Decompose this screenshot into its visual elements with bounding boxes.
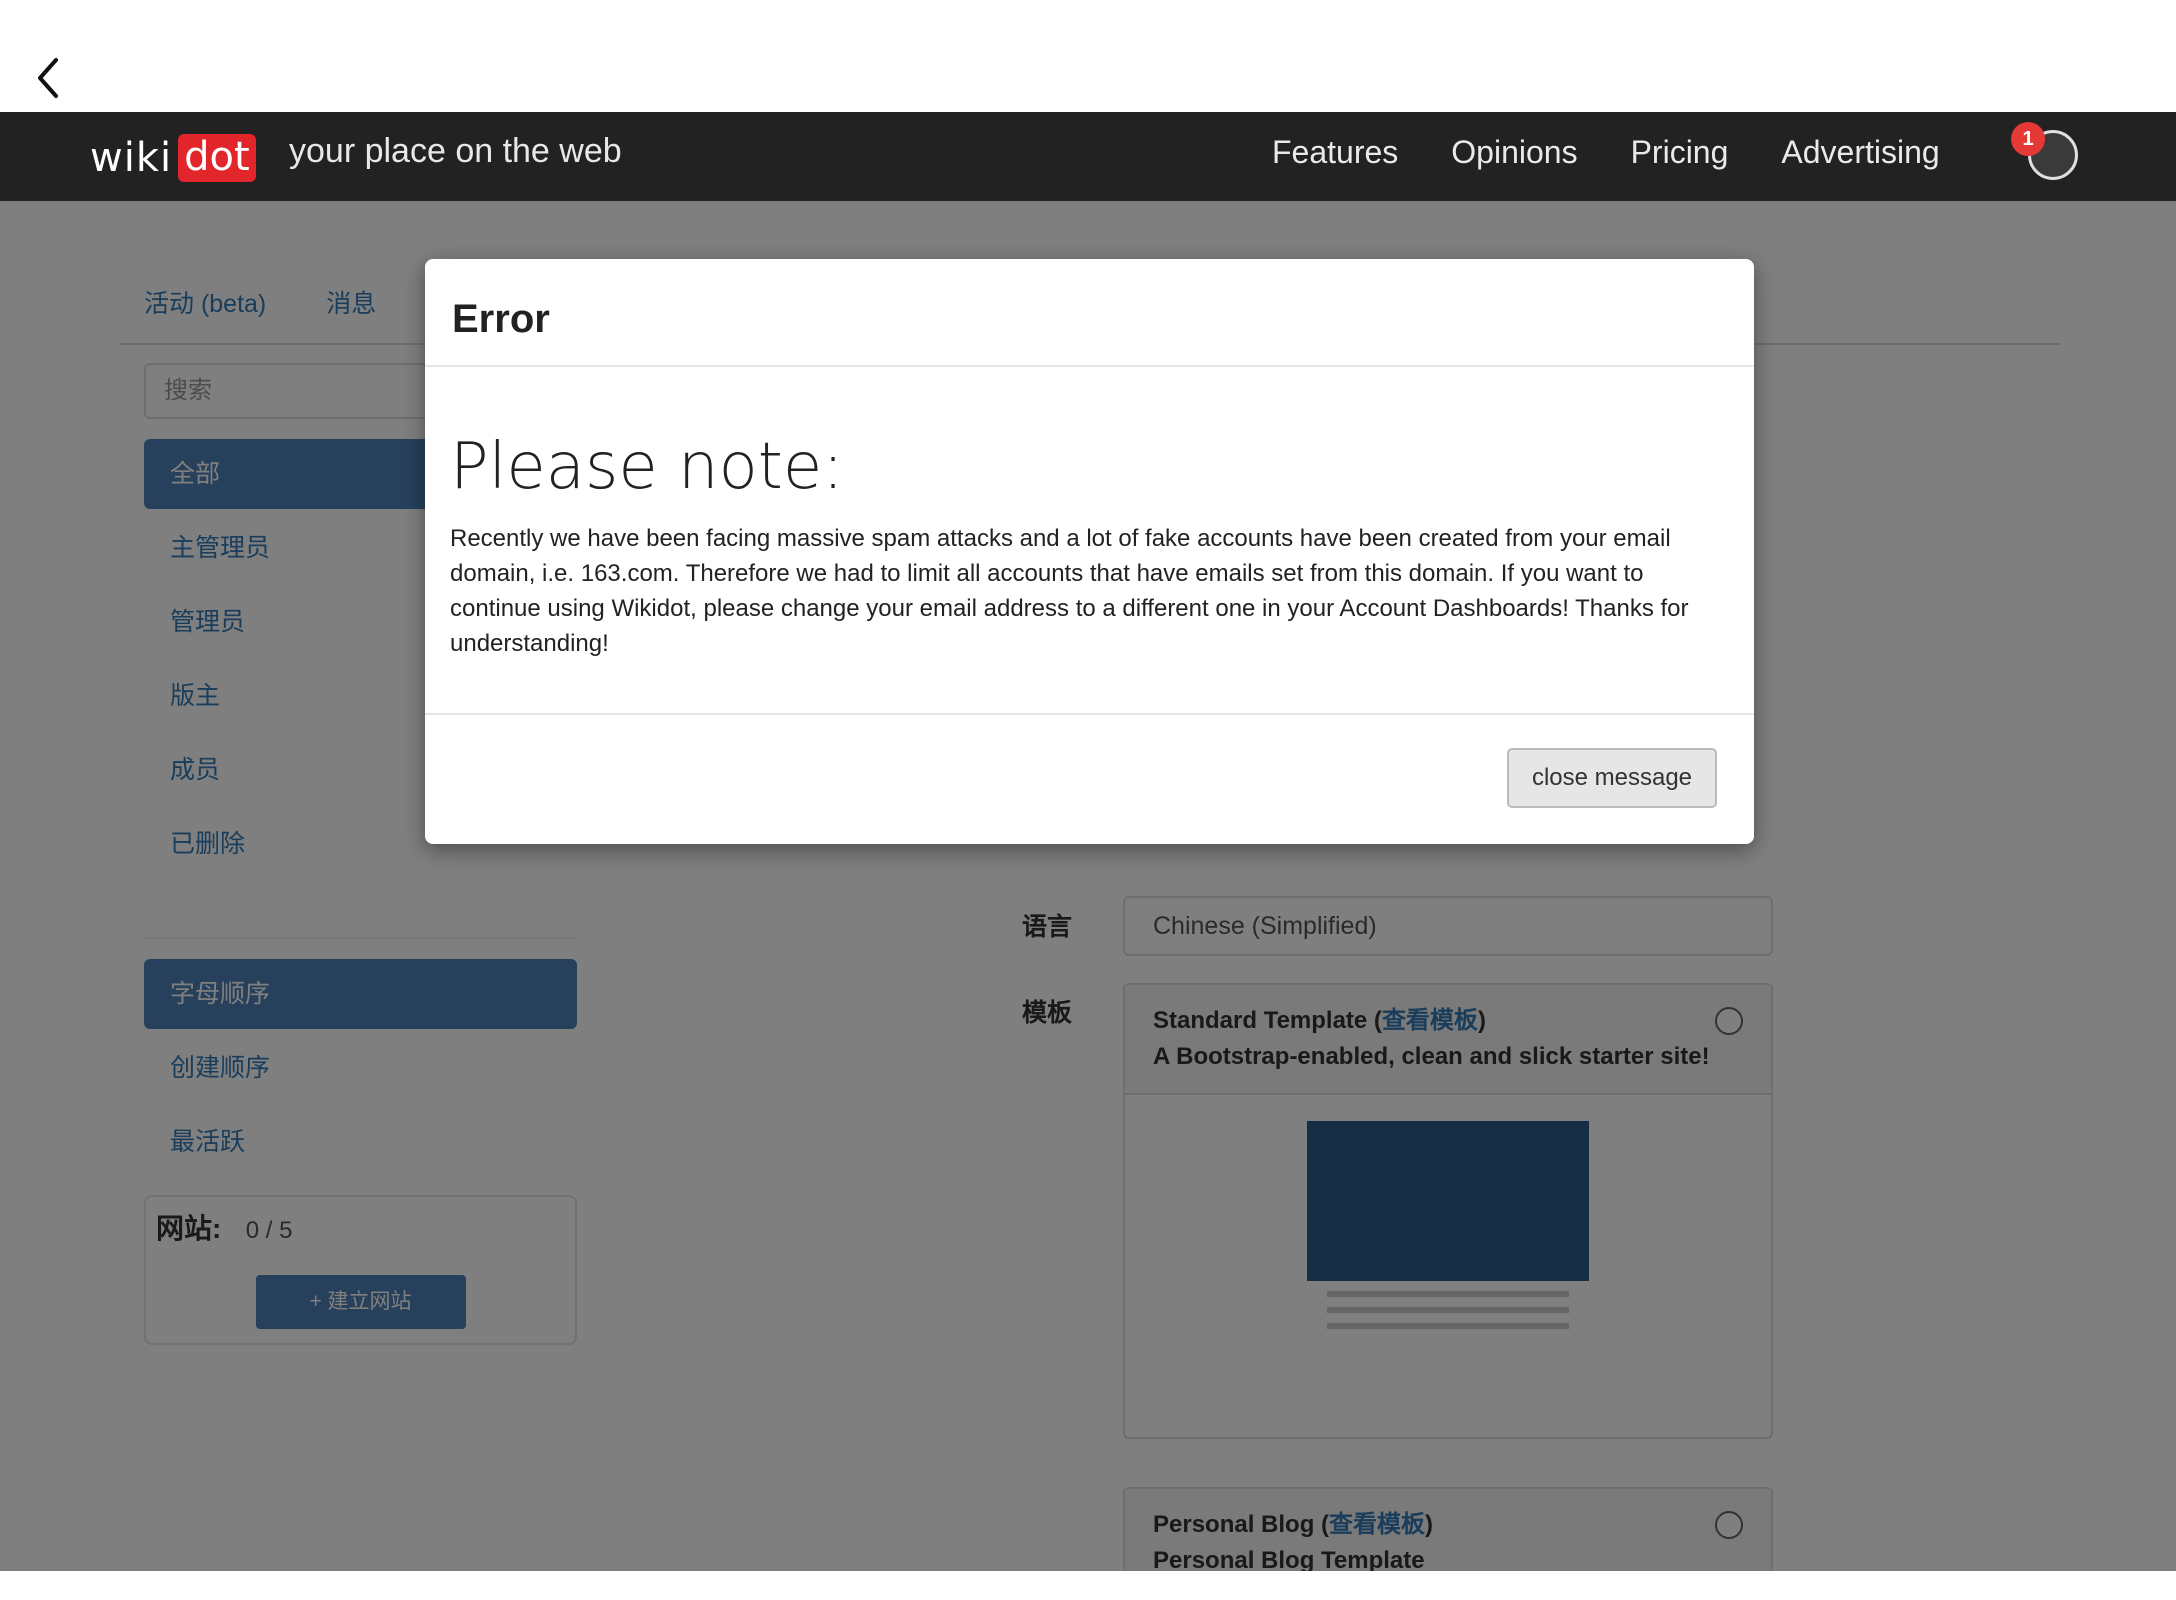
logo-wiki-text: wiki [90, 135, 173, 181]
bottom-bar [0, 1571, 2176, 1600]
app-top-bar [0, 0, 2176, 112]
note-heading: Please note: [450, 430, 844, 504]
tagline: your place on the web [289, 132, 622, 170]
note-message: Recently we have been facing massive spa… [450, 525, 1689, 657]
notification-badge: 1 [2011, 122, 2045, 156]
logo-dot-text: dot [178, 134, 256, 182]
nav-link-opinions[interactable]: Opinions [1451, 134, 1577, 171]
modal-header: Error [425, 259, 1754, 367]
error-modal: Error Please note: Recently we have been… [425, 259, 1754, 844]
modal-footer: close message [425, 713, 1754, 844]
modal-body: Please note: Recently we have been facin… [425, 367, 1754, 713]
nav-links: Features Opinions Pricing Advertising [1272, 134, 1940, 171]
back-arrow-icon[interactable] [28, 54, 68, 102]
modal-title: Error [452, 297, 550, 341]
site-navbar: wiki dot your place on the web Features … [0, 112, 2176, 201]
nav-link-pricing[interactable]: Pricing [1631, 134, 1729, 171]
nav-link-advertising[interactable]: Advertising [1781, 134, 1939, 171]
wikidot-logo[interactable]: wiki dot [90, 134, 256, 182]
close-message-button[interactable]: close message [1507, 748, 1717, 808]
nav-link-features[interactable]: Features [1272, 134, 1398, 171]
